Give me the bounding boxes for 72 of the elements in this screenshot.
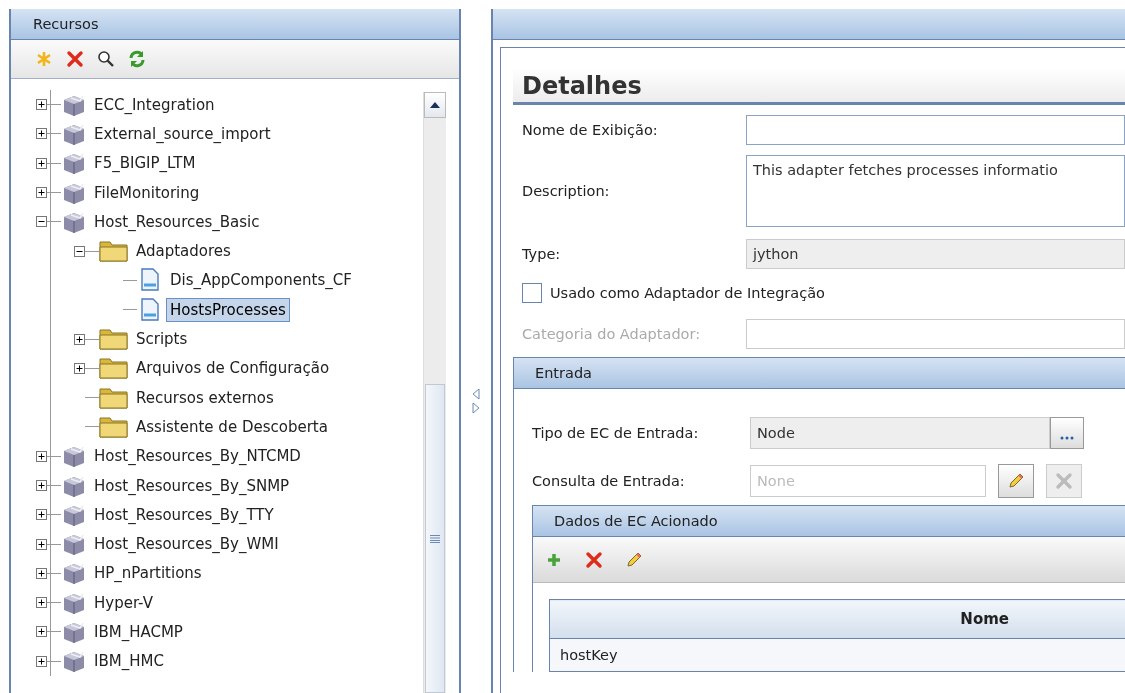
delete-icon: [1055, 472, 1073, 490]
tree-item[interactable]: Host_Resources_Basic: [90, 209, 264, 234]
tree-item[interactable]: Arquivos de Configuração: [132, 356, 334, 381]
expand-icon[interactable]: [74, 362, 85, 374]
expand-icon[interactable]: [36, 480, 47, 491]
tree-item[interactable]: FileMonitoring: [90, 180, 204, 205]
refresh-icon[interactable]: [128, 50, 146, 68]
expand-icon[interactable]: [36, 567, 47, 579]
expand-icon[interactable]: [36, 655, 47, 667]
scrollbar[interactable]: [423, 92, 446, 693]
checkbox[interactable]: [522, 283, 542, 303]
tree-item[interactable]: Host_Resources_By_TTY: [90, 502, 278, 527]
expand-icon[interactable]: [36, 99, 47, 111]
tree-item[interactable]: HP_nPartitions: [90, 561, 206, 586]
expand-icon[interactable]: [74, 333, 85, 345]
ci-type-field[interactable]: Node: [750, 417, 1050, 449]
checkbox-label: Usado como Adaptador de Integração: [550, 285, 825, 301]
expand-icon[interactable]: [36, 450, 47, 462]
tree-item[interactable]: Host_Resources_By_SNMP: [90, 473, 294, 498]
folder-icon: [99, 326, 129, 352]
expand-icon[interactable]: [36, 538, 47, 550]
search-icon[interactable]: [97, 50, 115, 68]
field-label: Nome de Exibição:: [522, 122, 659, 138]
more-icon: [1060, 436, 1074, 440]
folder-icon: [99, 355, 129, 382]
field-label: Tipo de EC de Entrada:: [532, 425, 700, 441]
scroll-up-icon[interactable]: [430, 102, 440, 108]
tree-item[interactable]: HostsProcesses: [166, 297, 290, 322]
delete-icon[interactable]: [585, 550, 603, 569]
query-field[interactable]: None: [750, 465, 986, 497]
edit-button[interactable]: [998, 464, 1034, 498]
tree-item[interactable]: IBM_HACMP: [90, 620, 187, 644]
pencil-icon[interactable]: [625, 550, 643, 569]
expand-icon[interactable]: [36, 187, 47, 199]
collapse-icon[interactable]: [36, 216, 47, 228]
collapse-arrows-icon[interactable]: [471, 387, 481, 415]
tree-item[interactable]: Adaptadores: [132, 239, 235, 264]
tree-item[interactable]: Recursos externos: [132, 385, 278, 410]
tree-item[interactable]: Assistente de Descoberta: [132, 414, 332, 439]
heading-text: Detalhes: [522, 71, 642, 102]
tree-item[interactable]: Host_Resources_By_NTCMD: [90, 444, 305, 469]
browse-button[interactable]: [1050, 417, 1084, 449]
field-label: Description:: [522, 183, 611, 199]
description-field[interactable]: This adapter fetches processes informatio: [746, 155, 1125, 227]
column-header[interactable]: Nome: [549, 599, 1125, 639]
pencil-icon: [1007, 472, 1025, 490]
section-title: Dados de EC Acionado: [554, 513, 718, 529]
panel-title: Recursos: [33, 16, 99, 32]
text-field[interactable]: [746, 115, 1125, 145]
tree-item[interactable]: Scripts: [132, 327, 192, 351]
table-cell[interactable]: hostKey: [549, 638, 1125, 672]
folder-icon: [99, 238, 129, 265]
expand-icon[interactable]: [36, 597, 47, 609]
expand-icon[interactable]: [36, 128, 47, 140]
tree-item[interactable]: F5_BIGIP_LTM: [90, 151, 200, 176]
tree-item[interactable]: External_source_import: [90, 121, 275, 146]
grip-icon[interactable]: [430, 534, 440, 543]
expand-icon[interactable]: [36, 157, 47, 169]
tree-item[interactable]: IBM_HMC: [90, 649, 168, 674]
expand-icon[interactable]: [36, 626, 47, 638]
field-label: Type:: [522, 246, 562, 262]
field-label: Consulta de Entrada:: [532, 473, 686, 489]
tree-item[interactable]: Dis_AppComponents_CF: [166, 268, 356, 293]
field-label: Categoria do Adaptador:: [522, 326, 702, 342]
tree-item[interactable]: ECC_Integration: [90, 92, 219, 117]
tree-item[interactable]: Host_Resources_By_WMI: [90, 532, 283, 557]
type-field[interactable]: jython: [746, 239, 1125, 269]
section-title: Entrada: [535, 365, 592, 381]
expand-icon[interactable]: [36, 509, 47, 521]
delete-icon[interactable]: [66, 50, 84, 68]
tree-item[interactable]: Hyper-V: [90, 590, 157, 615]
collapse-icon[interactable]: [74, 245, 85, 257]
